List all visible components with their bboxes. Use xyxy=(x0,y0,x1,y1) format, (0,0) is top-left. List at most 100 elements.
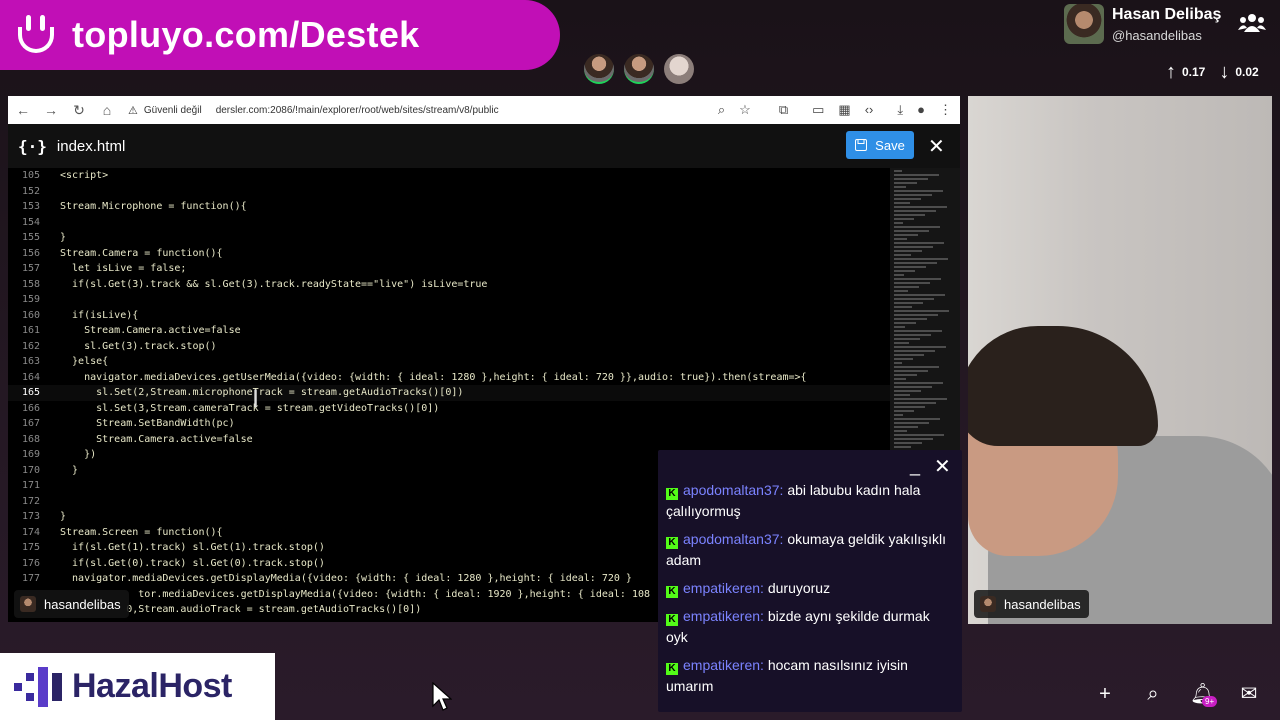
minimap-line xyxy=(894,354,924,356)
forward-icon[interactable]: → xyxy=(44,102,58,118)
search-icon[interactable]: ⌕ xyxy=(1142,682,1164,706)
zoom-icon[interactable]: ⌕ xyxy=(718,102,725,118)
chat-text: duruyoruz xyxy=(767,580,831,596)
people-icon[interactable] xyxy=(1238,12,1266,34)
code-line[interactable]: 153 Stream.Microphone = function(){ xyxy=(8,199,890,215)
code-line[interactable]: 155} xyxy=(8,230,890,246)
sponsor-text: HazalHost xyxy=(72,667,232,705)
code-line[interactable]: 167 Stream.SetBandWidth(pc) xyxy=(8,416,890,432)
download-rate: 0.02 xyxy=(1235,65,1259,79)
code-line[interactable]: 105 <script> xyxy=(8,168,890,184)
viewer-avatar[interactable] xyxy=(584,54,614,84)
minimap-line xyxy=(894,210,936,212)
viewer-avatar[interactable] xyxy=(624,54,654,84)
minimap-line xyxy=(894,202,910,204)
extensions-icon[interactable]: ⧉ xyxy=(779,102,788,118)
chat-username[interactable]: apodomaltan37: xyxy=(683,482,783,498)
line-number: 165 xyxy=(21,387,40,398)
bell-icon[interactable]: 🔔︎ 9+ xyxy=(1190,682,1218,707)
code-text: Stream.Camera.active=false xyxy=(60,433,253,445)
code-line[interactable]: 166 sl.Set(3,Stream.cameraTrack = stream… xyxy=(8,401,890,417)
code-line[interactable]: 160 if(isLive){ xyxy=(8,308,890,324)
code-line[interactable]: 156 Stream.Camera = function(){ xyxy=(8,246,890,262)
address-bar[interactable]: ⚠ Güvenli değil dersler.com:2086/!main/e… xyxy=(128,104,499,117)
save-label: Save xyxy=(875,137,905,153)
home-icon[interactable]: ⌂ xyxy=(100,102,114,118)
menu-icon[interactable]: ⋮ xyxy=(939,102,952,118)
minimap-line xyxy=(894,302,923,304)
minimap-line xyxy=(894,186,906,188)
minimap-line xyxy=(894,350,935,352)
code-text: Stream.Camera = function(){ xyxy=(60,247,223,259)
code-text: Stream.Microphone = function(){ xyxy=(60,201,247,212)
close-icon[interactable]: ✕ xyxy=(934,454,951,479)
chat-username[interactable]: empatikeren: xyxy=(683,608,764,624)
chat-username[interactable]: empatikeren: xyxy=(683,657,764,673)
bottom-toolbar: + ⌕ 🔔︎ 9+ ✉ xyxy=(1094,682,1260,707)
code-line[interactable]: 154 xyxy=(8,215,890,231)
minimap-line xyxy=(894,358,913,360)
line-number: 154 xyxy=(21,216,40,228)
chat-message: Kapodomaltan37: okumaya geldik yakılışık… xyxy=(658,529,962,571)
minimap-line xyxy=(894,442,922,444)
minimap-line xyxy=(894,318,927,320)
minimap-line xyxy=(894,410,914,412)
code-line[interactable]: 162 sl.Get(3).track.stop() xyxy=(8,339,890,355)
code-text: }) xyxy=(60,449,97,460)
code-text: } xyxy=(60,464,79,476)
code-line[interactable]: 152 xyxy=(8,184,890,200)
bookmark-star-icon[interactable]: ☆ xyxy=(739,102,751,118)
code-line[interactable]: 165 sl.Set(2,Stream.microphoneTrack = st… xyxy=(8,385,890,401)
profile-name: Hasan Delibaş xyxy=(1112,5,1222,23)
minimap-line xyxy=(894,190,943,192)
chat-username[interactable]: apodomaltan37: xyxy=(683,531,783,547)
line-number: 167 xyxy=(21,418,40,429)
plus-icon[interactable]: + xyxy=(1094,682,1116,706)
chat-username[interactable]: empatikeren: xyxy=(683,580,764,596)
minimap-line xyxy=(894,314,938,316)
code-line[interactable]: 157 let isLive = false; xyxy=(8,261,890,277)
code-line[interactable]: 161 Stream.Camera.active=false xyxy=(8,323,890,339)
minimap-line xyxy=(894,422,929,424)
code-line[interactable]: 158 if(sl.Get(3).track && sl.Get(3).trac… xyxy=(8,277,890,293)
close-icon[interactable]: ✕ xyxy=(928,134,945,159)
back-icon[interactable]: ← xyxy=(16,102,30,118)
smiley-icon xyxy=(14,13,58,57)
security-label: Güvenli değil xyxy=(143,104,202,116)
reload-icon[interactable]: ↻ xyxy=(72,102,86,119)
save-button[interactable]: Save xyxy=(846,131,914,159)
line-number: 155 xyxy=(21,232,40,243)
minimap-line xyxy=(894,170,902,172)
code-text: <script> xyxy=(60,170,109,181)
profile[interactable]: Hasan Delibaş @hasandelibas xyxy=(1064,4,1221,44)
minimap-line xyxy=(894,206,947,208)
kick-icon: K xyxy=(666,614,678,626)
download-icon[interactable]: ⤓ xyxy=(897,102,903,118)
minimap-line xyxy=(894,246,933,248)
code-icon[interactable]: ‹› xyxy=(865,102,874,118)
code-line[interactable]: 163 }else{ xyxy=(8,354,890,370)
line-number: 176 xyxy=(21,557,40,569)
code-line[interactable]: 159 xyxy=(8,292,890,308)
minimap-line xyxy=(894,382,943,384)
chat-message: Kempatikeren: bizde aynı şekilde durmak … xyxy=(658,606,962,648)
apps-icon[interactable]: ▦ xyxy=(838,102,850,118)
sponsor-logo: HazalHost xyxy=(0,653,275,720)
avatar xyxy=(980,596,996,612)
profile-icon[interactable]: ● xyxy=(917,102,925,118)
line-number: 157 xyxy=(21,263,40,274)
code-file-icon: {·} xyxy=(18,136,47,156)
minimap-line xyxy=(894,254,911,256)
minimap-line xyxy=(894,390,921,392)
cast-icon[interactable]: ▭ xyxy=(812,102,824,118)
minimize-icon[interactable]: _ xyxy=(910,456,920,477)
viewer-avatar[interactable] xyxy=(664,54,694,84)
minimap-line xyxy=(894,338,920,340)
code-line[interactable]: 164 navigator.mediaDevices.getUserMedia(… xyxy=(8,370,890,386)
code-text: } xyxy=(60,511,67,522)
minimap-line xyxy=(894,342,909,344)
code-line[interactable]: 168 Stream.Camera.active=false xyxy=(8,432,890,448)
line-number: 105 xyxy=(21,170,40,181)
mail-icon[interactable]: ✉ xyxy=(1238,682,1260,706)
